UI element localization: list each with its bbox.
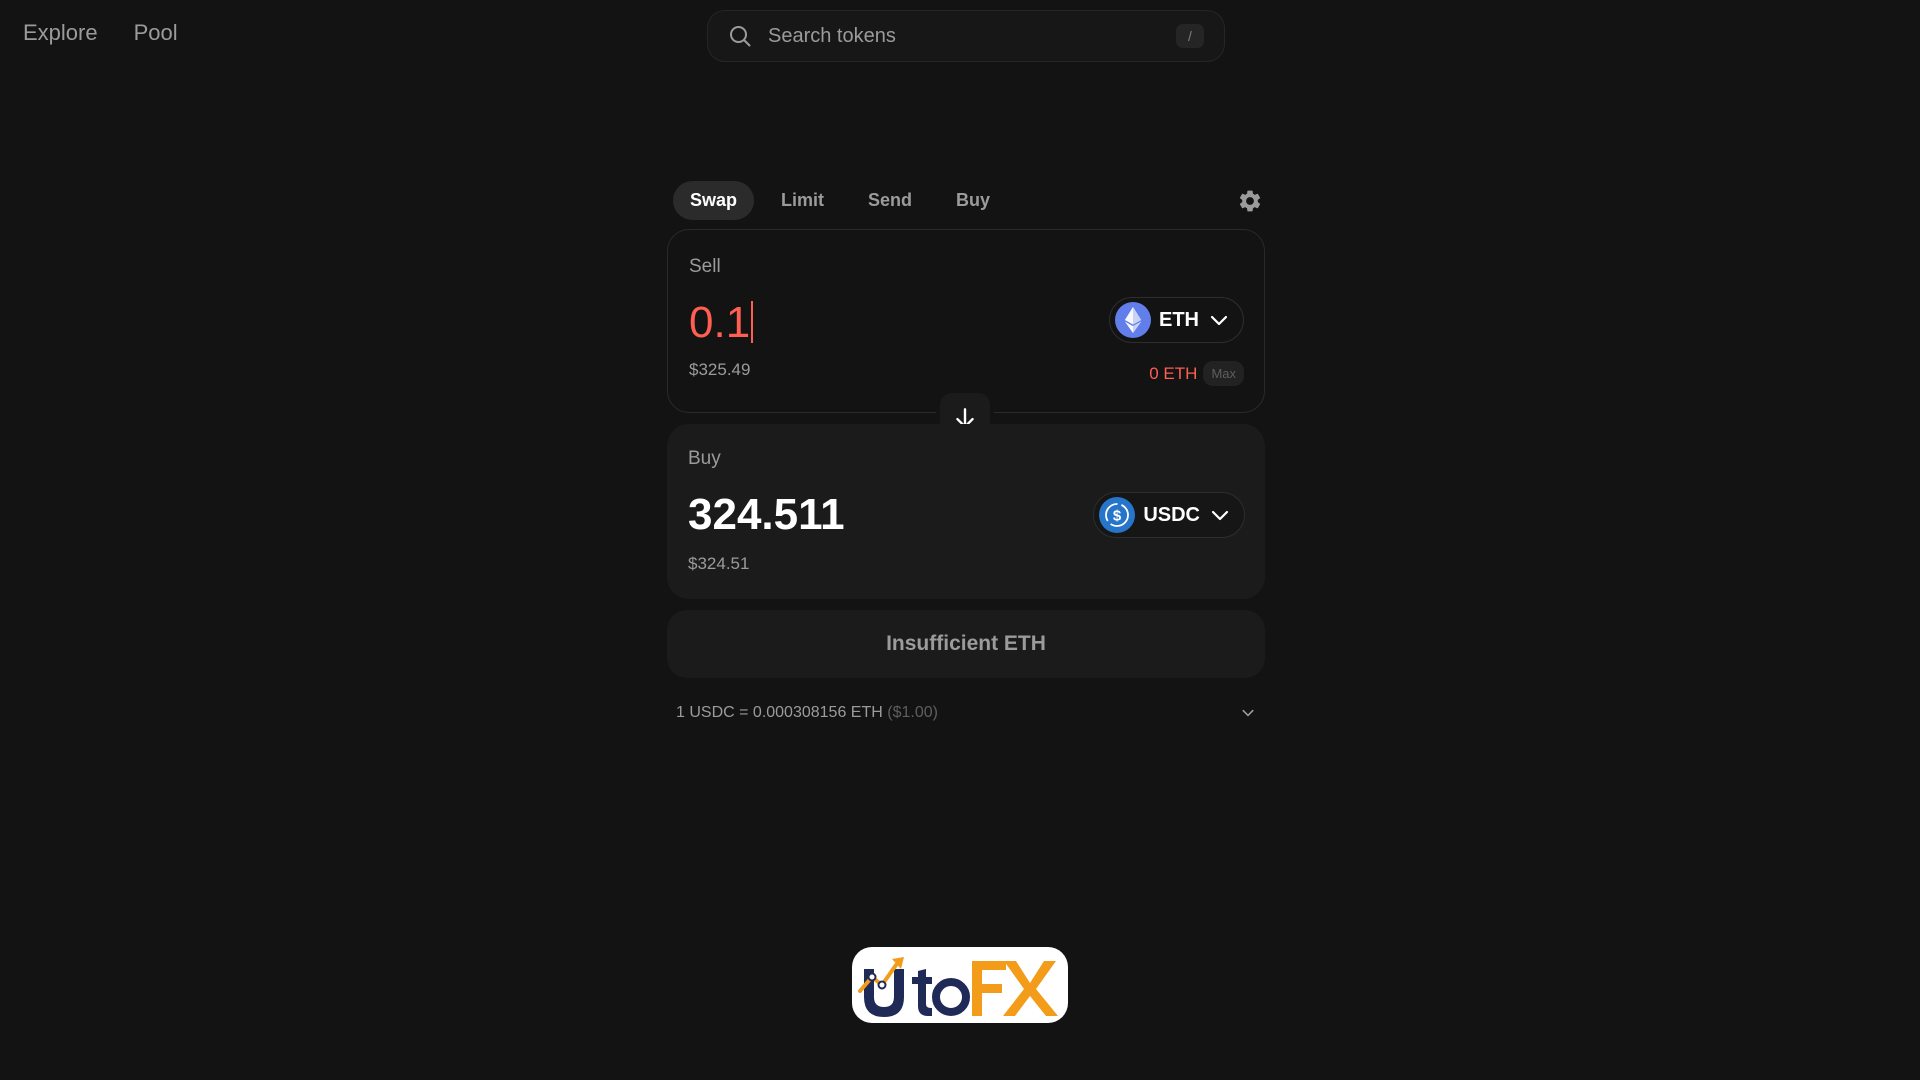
tab-buy[interactable]: Buy — [939, 181, 1007, 220]
chevron-down-icon — [1210, 315, 1228, 326]
settings-button[interactable] — [1237, 188, 1263, 219]
exchange-rate-text: 1 USDC = 0.000308156 ETH — [676, 704, 883, 721]
exchange-rate-usd: ($1.00) — [887, 704, 938, 721]
sell-panel: Sell 0.1 $325.49 ETH 0 ETH Max — [667, 229, 1265, 413]
search-input[interactable] — [766, 23, 1176, 49]
utofx-logo-graphic — [858, 957, 1058, 1017]
search-icon — [730, 26, 751, 47]
top-nav: Explore Pool — [23, 20, 178, 46]
sell-token-symbol: ETH — [1159, 308, 1199, 331]
max-button[interactable]: Max — [1203, 361, 1244, 386]
sell-token-selector[interactable]: ETH — [1109, 297, 1244, 343]
text-cursor — [751, 301, 754, 343]
gear-icon — [1239, 190, 1261, 212]
buy-label: Buy — [688, 448, 721, 469]
buy-token-symbol: USDC — [1143, 503, 1200, 526]
utofx-logo — [852, 947, 1068, 1023]
exchange-rate-row[interactable]: 1 USDC = 0.000308156 ETH ($1.00) — [676, 700, 1256, 726]
sell-label: Sell — [689, 256, 721, 277]
sell-balance-text: 0 ETH — [1149, 363, 1198, 383]
buy-token-selector[interactable]: $ USDC — [1093, 492, 1245, 538]
nav-pool-link[interactable]: Pool — [134, 20, 178, 46]
svg-text:$: $ — [1113, 508, 1122, 525]
eth-icon — [1115, 302, 1151, 338]
buy-amount-input[interactable]: 324.511 — [688, 490, 845, 540]
chevron-down-icon — [1211, 510, 1229, 521]
usdc-icon: $ — [1099, 497, 1136, 533]
sell-balance: 0 ETH Max — [1149, 361, 1244, 386]
tab-send[interactable]: Send — [851, 181, 929, 220]
exchange-rate: 1 USDC = 0.000308156 ETH ($1.00) — [676, 704, 938, 722]
swap-tabs: Swap Limit Send Buy — [673, 180, 1263, 220]
insufficient-balance-button[interactable]: Insufficient ETH — [667, 610, 1265, 678]
search-bar[interactable]: / — [707, 10, 1225, 62]
buy-panel: Buy 324.511 $324.51 $ USDC — [667, 424, 1265, 599]
tab-swap[interactable]: Swap — [673, 180, 755, 220]
search-shortcut-key: / — [1176, 24, 1204, 48]
sell-amount-input[interactable]: 0.1 — [689, 298, 754, 348]
sell-amount-value: 0.1 — [689, 298, 751, 347]
buy-usd-value: $324.51 — [688, 554, 750, 573]
sell-usd-value: $325.49 — [689, 360, 751, 379]
chevron-down-icon — [1242, 709, 1254, 717]
tab-limit[interactable]: Limit — [764, 181, 841, 220]
nav-explore-link[interactable]: Explore — [23, 20, 98, 46]
